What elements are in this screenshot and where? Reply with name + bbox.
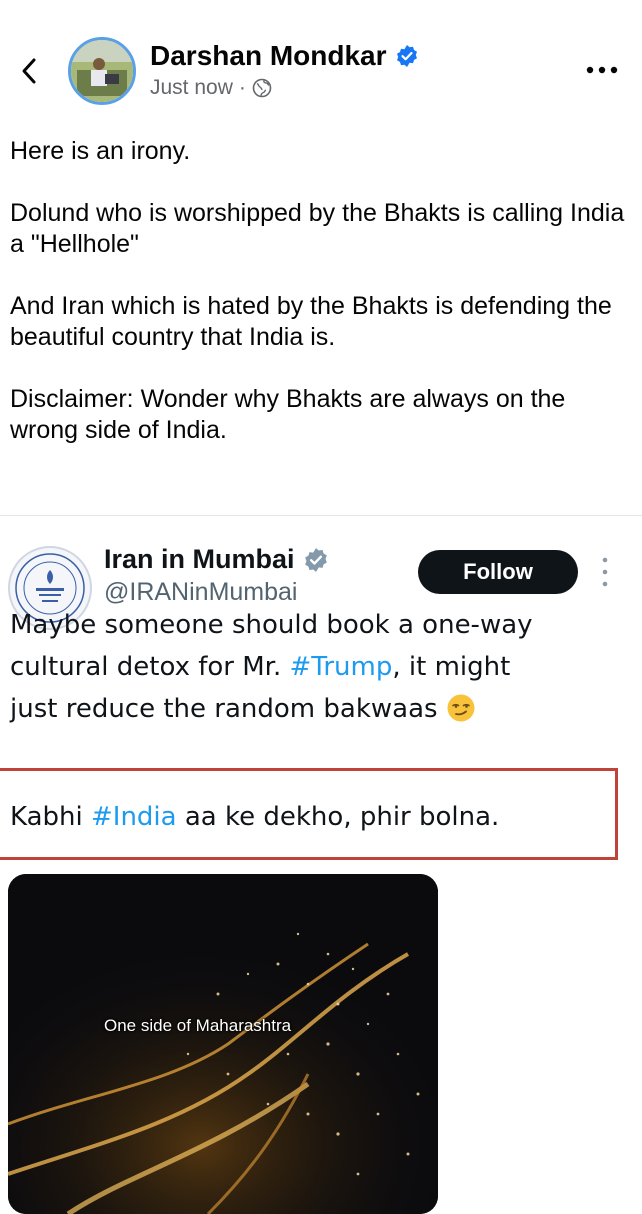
chevron-left-icon[interactable] [10,50,50,90]
tweet-text: Maybe someone should book a one-way cult… [10,604,630,730]
post-header: Darshan Mondkar Just now · [0,0,642,120]
follow-button[interactable]: Follow [418,550,578,594]
embedded-tweet[interactable]: Iran in Mumbai @IRANinMumbai Follow Mayb… [0,515,642,1214]
more-horizontal-icon[interactable] [582,60,622,80]
post-paragraph: Disclaimer: Wonder why Bhakts are always… [10,385,566,444]
meta-separator: · [238,76,246,99]
verified-badge-icon [396,45,417,67]
post-timestamp[interactable]: Just now [150,76,233,100]
globe-icon [252,78,272,98]
author-name[interactable]: Darshan Mondkar [150,40,387,72]
embed-name-row: Iran in Mumbai [104,544,329,575]
hashtag-link-trump[interactable]: #Trump [290,652,393,682]
smirk-emoji-icon [447,694,475,722]
post-paragraph: And Iran which is hated by the Bhakts is… [10,292,612,351]
author-name-row: Darshan Mondkar [150,40,419,72]
tweet-line: Maybe someone should book a one-way [10,610,533,640]
post-paragraph: Dolund who is worshipped by the Bhakts i… [10,199,625,258]
video-caption: One side of Maharashtra [104,1016,292,1035]
post-paragraph: Here is an irony. [10,137,191,165]
embed-author-name[interactable]: Iran in Mumbai [104,544,295,575]
tweet-line: Kabhi #India aa ke dekho, phir bolna. [10,802,500,832]
post-body: Here is an irony. Dolund who is worshipp… [10,136,635,477]
post-meta: Just now · [150,76,272,100]
author-avatar[interactable] [68,37,136,105]
tweet-line: just reduce the random bakwaas [10,688,630,730]
hashtag-link-india[interactable]: #India [91,802,177,832]
night-city-aerial-image [8,874,438,1214]
tweet-line: cultural detox for Mr. #Trump, it might [10,652,511,682]
more-vertical-icon[interactable] [598,554,612,590]
tweet-video[interactable]: One side of Maharashtra [8,874,438,1214]
gray-verified-badge-icon [304,547,327,572]
embed-handle[interactable]: @IRANinMumbai [104,578,297,607]
